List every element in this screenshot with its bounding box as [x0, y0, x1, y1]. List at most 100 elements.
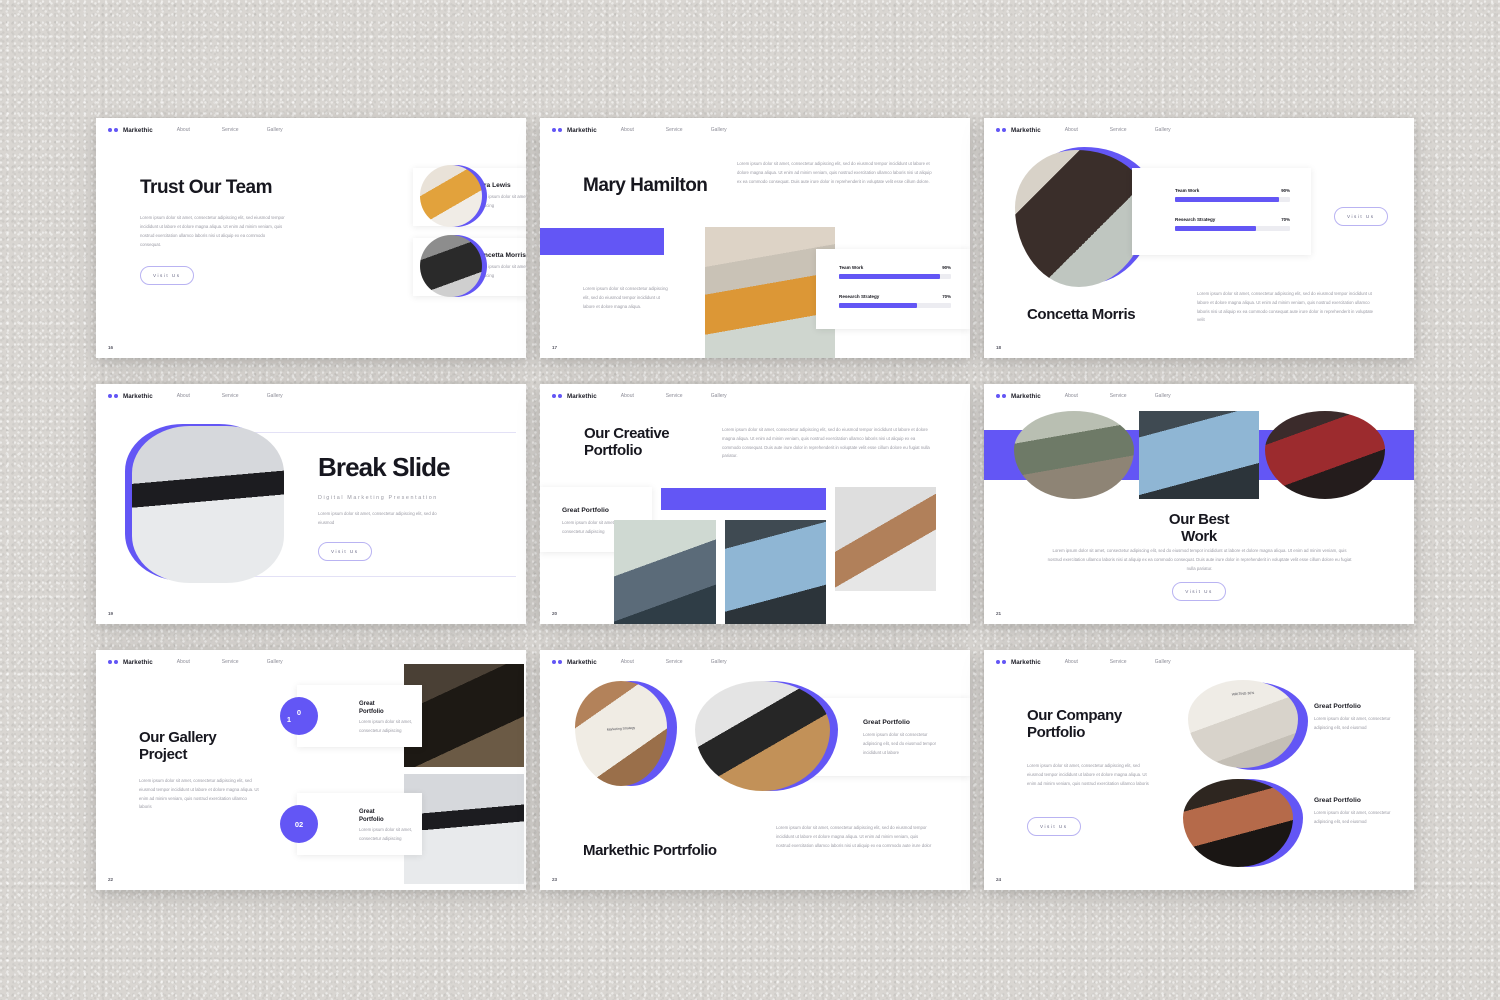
bar-value: 90%	[1281, 188, 1290, 193]
body-text-top: Lorem ipsum dolor sit amet, consectetur …	[737, 161, 932, 184]
visit-us-button[interactable]: Visit Us	[1027, 817, 1081, 836]
nav-item-service[interactable]: Service	[1110, 393, 1155, 399]
avatar	[420, 235, 482, 297]
item-title-line2: Portfolio	[359, 816, 384, 823]
visit-us-button[interactable]: Visit Us	[318, 541, 372, 561]
slide-24[interactable]: Markethic About Service Gallery Our Comp…	[984, 650, 1414, 890]
page-title-line1: Our Gallery	[139, 729, 217, 746]
nav-item-gallery[interactable]: Gallery	[267, 393, 312, 399]
nav-item-about[interactable]: About	[1065, 127, 1110, 133]
card-title: Great Portfolio	[1314, 797, 1361, 804]
slide-16[interactable]: Markethic About Service Gallery Trust Ou…	[96, 118, 526, 358]
progress-fill	[1175, 226, 1256, 231]
slide-23[interactable]: Markethic About Service Gallery Great Po…	[540, 650, 970, 890]
poster-canvas: Markethic About Service Gallery Trust Ou…	[0, 0, 1500, 1000]
item-title: Great Portfolio	[359, 809, 431, 824]
bar-label: Team Work	[1175, 188, 1200, 193]
visit-us-button[interactable]: Visit Us	[1334, 207, 1388, 226]
page-title-line2: Portfolio	[584, 442, 643, 460]
item-number-badge: 02	[280, 805, 318, 843]
nav-item-about[interactable]: About	[621, 659, 666, 665]
logo-dots-icon	[996, 128, 1006, 132]
page-number: 19	[108, 611, 114, 616]
nav-links: About Service Gallery	[621, 659, 756, 665]
item-title-line2: Portfolio	[359, 708, 384, 715]
bar-value: 70%	[942, 294, 951, 299]
card-desc: Lorem ipsum dolor sit consectetur adipis…	[863, 732, 937, 755]
page-number: 21	[996, 611, 1002, 616]
brand-name: Markethic	[123, 392, 153, 400]
nav-item-service[interactable]: Service	[1110, 659, 1155, 665]
body-text: Lorem ipsum dolor sit amet, consectetur …	[318, 511, 437, 525]
nav-item-gallery[interactable]: Gallery	[1155, 393, 1200, 399]
nav-item-about[interactable]: About	[1065, 659, 1110, 665]
nav-item-service[interactable]: Service	[222, 659, 267, 665]
nav-item-about[interactable]: About	[621, 393, 666, 399]
brand-name: Markethic	[567, 126, 597, 134]
nav-item-about[interactable]: About	[1065, 393, 1110, 399]
nav-item-gallery[interactable]: Gallery	[1155, 659, 1200, 665]
slide-20[interactable]: Markethic About Service Gallery Our Crea…	[540, 384, 970, 624]
nav-item-about[interactable]: About	[621, 127, 666, 133]
photo-note-text: Marketing Strategy	[606, 726, 636, 732]
visit-us-button[interactable]: Visit Us	[140, 266, 194, 286]
visit-us-button[interactable]: Visit Us	[1172, 582, 1226, 601]
photo-street	[1014, 411, 1134, 499]
divider-bottom	[236, 576, 516, 577]
page-title-line1: Our Best	[1168, 511, 1230, 528]
portfolio-card[interactable]: Great Portfolio Lorem ipsum dolor sit am…	[1314, 703, 1394, 733]
bar-label: Team Work	[839, 265, 864, 270]
slide-nav: Markethic About Service Gallery	[96, 118, 526, 142]
nav-item-about[interactable]: About	[177, 393, 222, 399]
slide-nav: Markethic About Service Gallery	[540, 118, 970, 142]
avatar	[420, 165, 482, 227]
page-title-line1: Our Creative	[584, 425, 670, 442]
nav-item-gallery[interactable]: Gallery	[711, 393, 756, 399]
nav-item-service[interactable]: Service	[666, 393, 711, 399]
nav-item-service[interactable]: Service	[222, 127, 267, 133]
bar-value: 70%	[1281, 217, 1290, 222]
nav-item-gallery[interactable]: Gallery	[267, 127, 312, 133]
item-desc: Lorem ipsum dolor sit amet, consectetur …	[359, 827, 413, 841]
nav-item-service[interactable]: Service	[666, 659, 711, 665]
slide-nav: Markethic About Service Gallery	[984, 118, 1414, 142]
nav-item-service[interactable]: Service	[666, 127, 711, 133]
bar-row: Team Work 90%	[1175, 188, 1290, 193]
nav-item-gallery[interactable]: Gallery	[711, 127, 756, 133]
skills-card: Team Work 90% Research Strategy 70%	[1132, 168, 1311, 255]
logo-dots-icon	[552, 394, 562, 398]
nav-item-gallery[interactable]: Gallery	[267, 659, 312, 665]
logo-dots-icon	[996, 394, 1006, 398]
slide-18[interactable]: Markethic About Service Gallery Team Wor…	[984, 118, 1414, 358]
brand-name: Markethic	[1011, 658, 1041, 666]
page-title: Concetta Morris	[1027, 306, 1136, 323]
slide-17[interactable]: Markethic About Service Gallery Mary Ham…	[540, 118, 970, 358]
photo-desk	[835, 487, 936, 591]
item-title-line1: Great	[359, 809, 375, 815]
slide-21[interactable]: Markethic About Service Gallery Our Best…	[984, 384, 1414, 624]
bar-row: Team Work 90%	[839, 265, 951, 270]
nav-item-about[interactable]: About	[177, 659, 222, 665]
nav-links: About Service Gallery	[1065, 127, 1200, 133]
slide-19[interactable]: Markethic About Service Gallery Break Sl…	[96, 384, 526, 624]
nav-links: About Service Gallery	[177, 393, 312, 399]
portfolio-card[interactable]: Great Portfolio Lorem ipsum dolor sit am…	[1314, 797, 1394, 827]
nav-links: About Service Gallery	[1065, 393, 1200, 399]
slide-22[interactable]: Markethic About Service Gallery Our Gall…	[96, 650, 526, 890]
page-title: Markethic Portrfolio	[583, 842, 717, 859]
accent-block	[661, 488, 826, 510]
body-text: Lorem ipsum dolor sit amet, consectetur …	[139, 778, 259, 810]
nav-item-about[interactable]: About	[177, 127, 222, 133]
nav-item-gallery[interactable]: Gallery	[1155, 127, 1200, 133]
nav-item-gallery[interactable]: Gallery	[711, 659, 756, 665]
nav-item-service[interactable]: Service	[222, 393, 267, 399]
logo-dots-icon	[108, 660, 118, 664]
nav-links: About Service Gallery	[177, 127, 312, 133]
page-number: 22	[108, 877, 114, 882]
slide-nav: Markethic About Service Gallery	[96, 384, 526, 408]
nav-item-service[interactable]: Service	[1110, 127, 1155, 133]
divider-top	[236, 432, 516, 433]
slide-nav: Markethic About Service Gallery	[540, 650, 970, 674]
photo-restaurant	[1265, 411, 1385, 499]
page-title-line2: Project	[139, 746, 188, 764]
